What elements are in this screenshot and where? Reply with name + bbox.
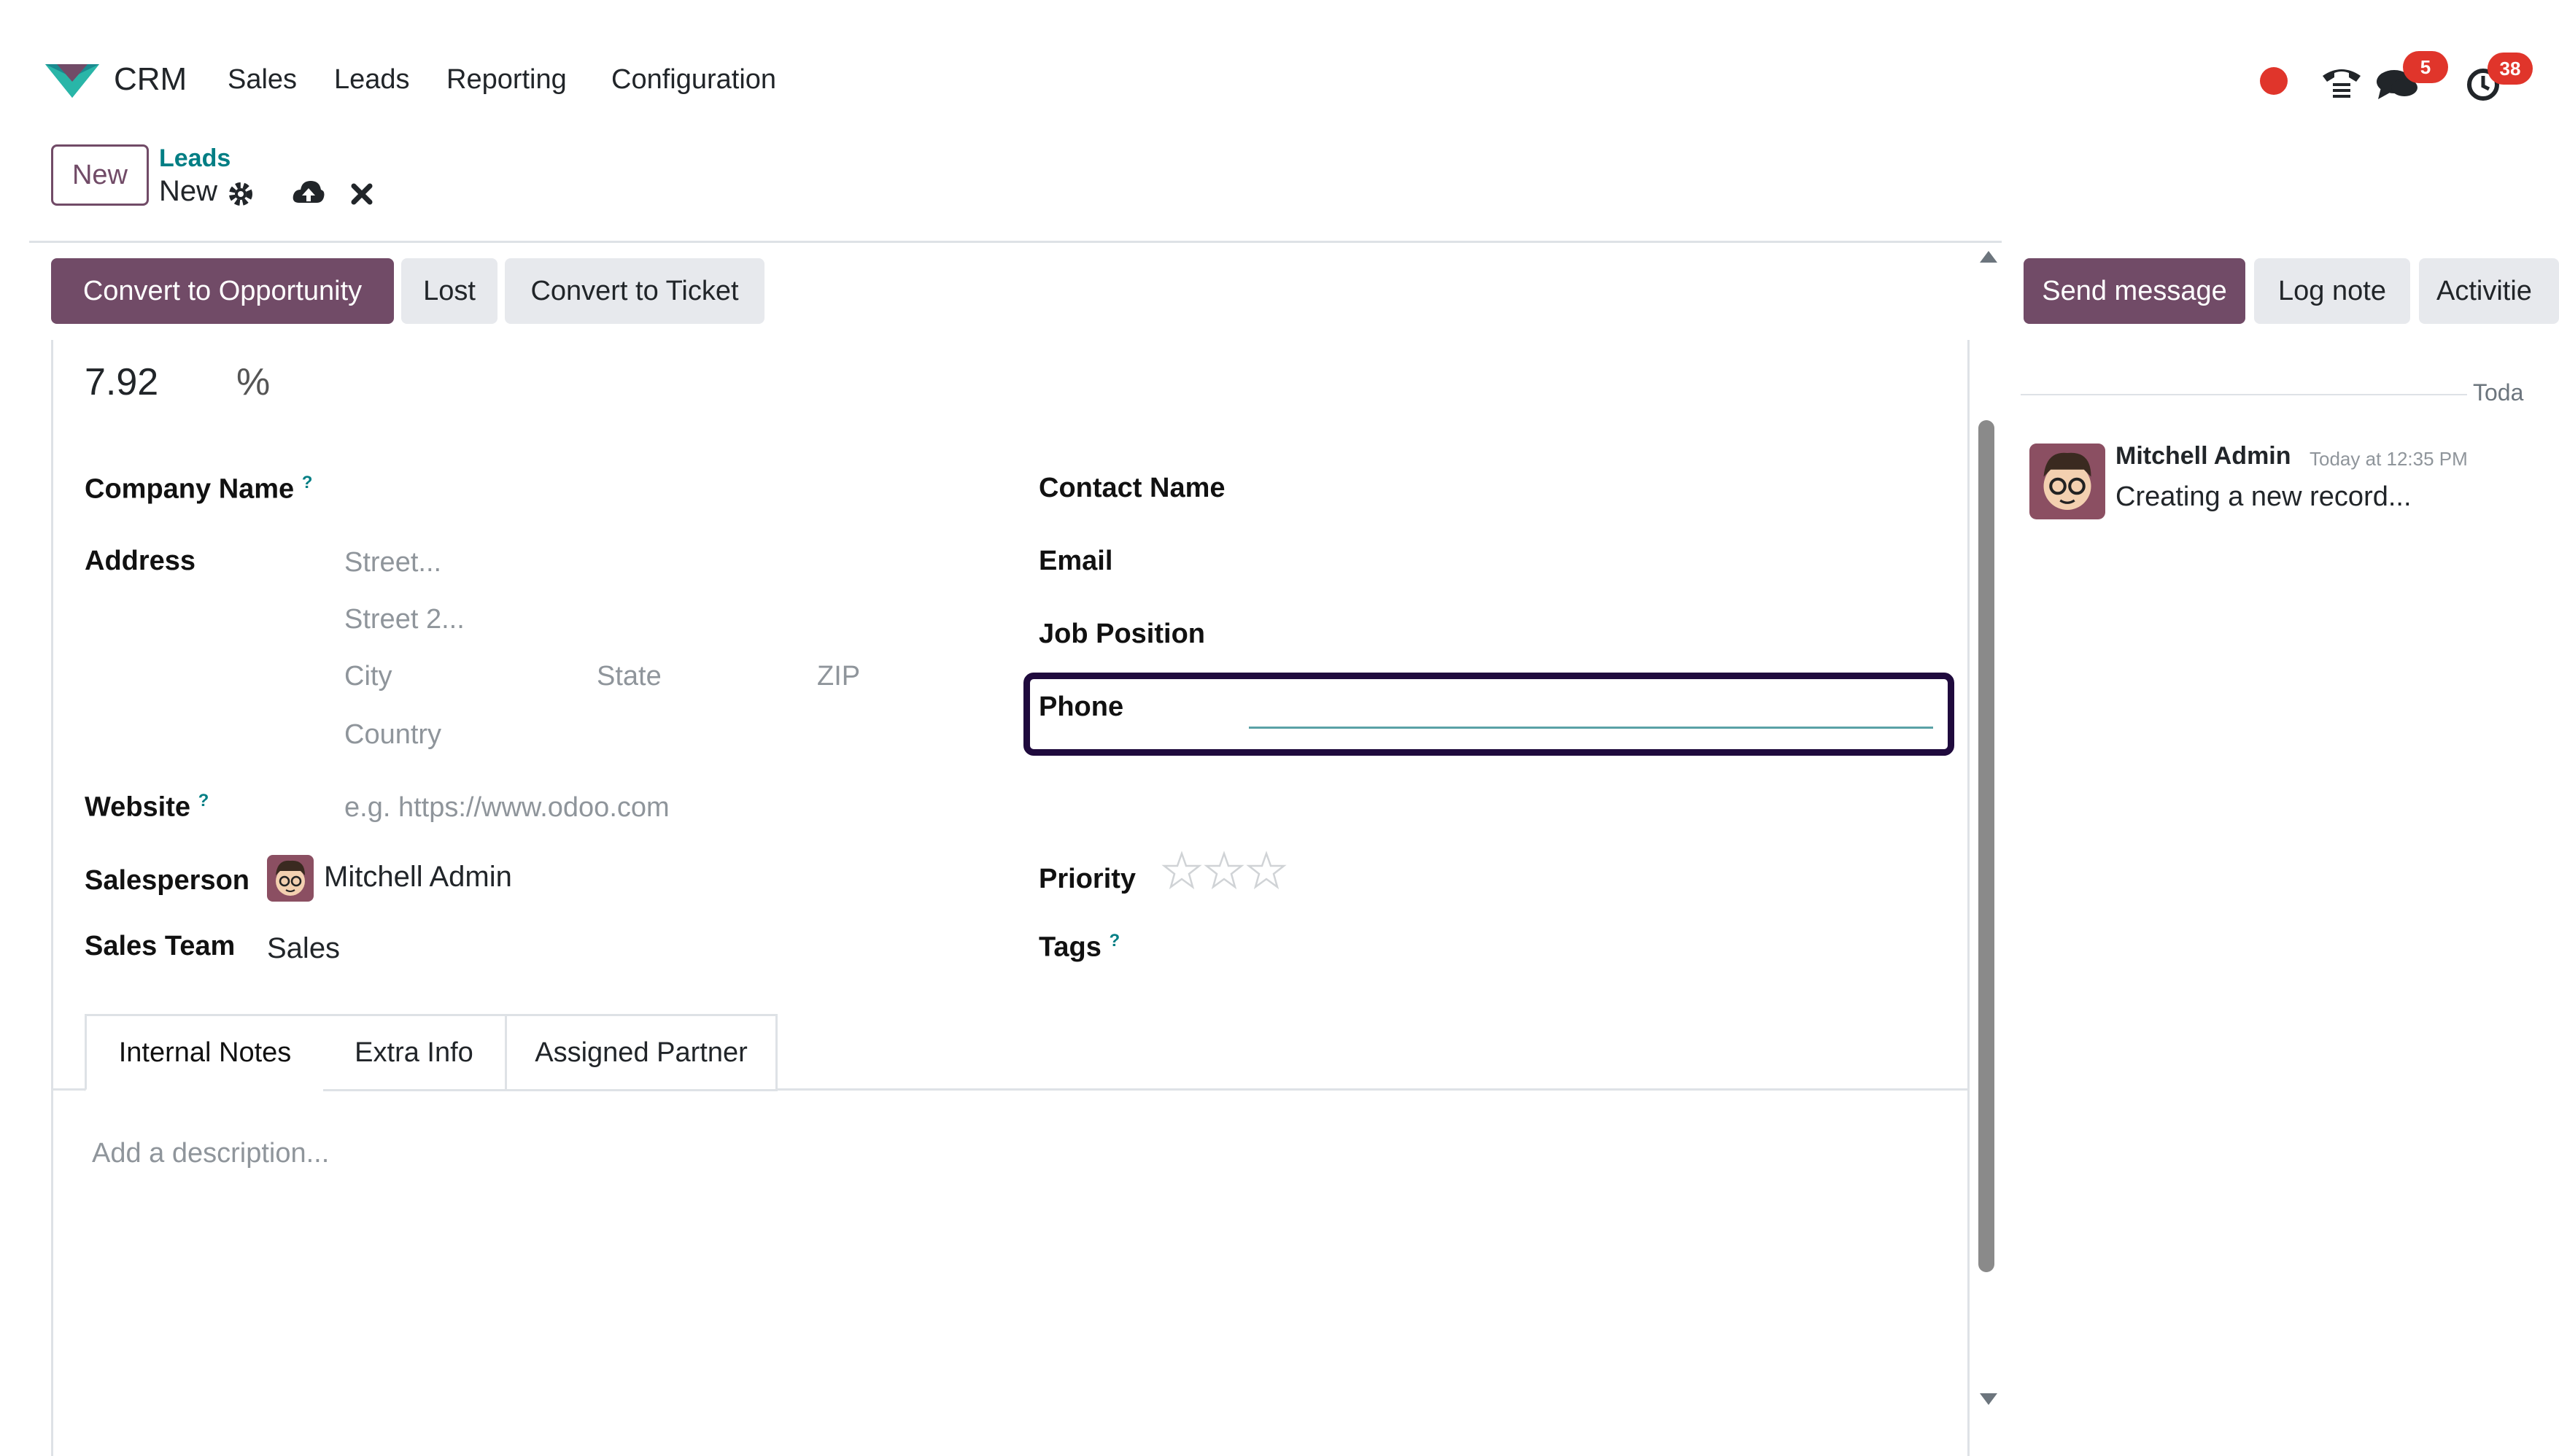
tab-assigned-partner[interactable]: Assigned Partner [505, 1014, 778, 1091]
menu-configuration[interactable]: Configuration [611, 64, 776, 96]
salesperson-label: Salesperson [85, 865, 249, 896]
sales-team-value[interactable]: Sales [267, 932, 340, 965]
company-name-label: Company Name ? [85, 473, 313, 505]
chat-badge: 5 [2403, 51, 2448, 83]
message-time: Today at 12:35 PM [2310, 448, 2468, 470]
status-dot-icon[interactable] [2260, 67, 2288, 95]
contact-name-label: Contact Name [1039, 473, 1226, 503]
activity-button[interactable]: 38 [2466, 53, 2539, 102]
salesperson-field[interactable]: Mitchell Admin [267, 855, 778, 902]
chat-button[interactable]: 5 [2375, 51, 2448, 102]
convert-to-opportunity-button[interactable]: Convert to Opportunity [51, 258, 394, 324]
city-input[interactable]: City [344, 661, 392, 692]
activity-badge: 38 [2488, 53, 2533, 85]
probability-unit: % [236, 361, 271, 403]
avatar[interactable] [2029, 444, 2105, 519]
street-input[interactable]: Street... [344, 547, 441, 578]
lost-button[interactable]: Lost [401, 258, 498, 324]
gear-icon[interactable] [226, 179, 255, 209]
tab-extra-info[interactable]: Extra Info [323, 1014, 507, 1091]
phone-input-underline [1249, 727, 1933, 729]
address-label: Address [85, 546, 196, 576]
zip-input[interactable]: ZIP [817, 661, 860, 692]
app-name[interactable]: CRM [114, 61, 187, 98]
top-navbar: CRM Sales Leads Reporting Configuration … [0, 0, 2559, 139]
tags-label: Tags ? [1039, 931, 1120, 963]
website-label: Website ? [85, 791, 209, 823]
company-name-input[interactable] [343, 467, 926, 511]
email-input[interactable] [1249, 540, 1933, 584]
tags-input[interactable] [1249, 923, 1933, 967]
job-position-input[interactable] [1249, 613, 1933, 657]
email-label: Email [1039, 546, 1113, 576]
priority-label: Priority [1039, 864, 1137, 894]
convert-to-ticket-button[interactable]: Convert to Ticket [505, 258, 764, 324]
star-icon[interactable] [1161, 851, 1202, 891]
menu-leads[interactable]: Leads [334, 64, 410, 96]
send-message-button[interactable]: Send message [2024, 258, 2245, 324]
street2-input[interactable]: Street 2... [344, 604, 465, 635]
sales-team-label: Sales Team [85, 931, 236, 961]
message-author[interactable]: Mitchell Admin [2115, 442, 2291, 471]
discard-icon[interactable] [350, 182, 373, 206]
salesperson-value: Mitchell Admin [324, 861, 512, 893]
date-separator-line [2021, 394, 2467, 395]
scroll-down-icon[interactable] [1978, 1392, 1999, 1406]
chatter-panel [2002, 241, 2559, 1456]
message-body: Creating a new record... [2115, 481, 2412, 512]
probability-input[interactable]: 7.92 [85, 360, 158, 404]
date-separator: Toda [2473, 379, 2524, 406]
contact-name-input[interactable] [1249, 467, 1933, 511]
country-select[interactable]: Country [344, 719, 441, 751]
website-input[interactable]: e.g. https://www.odoo.com [344, 792, 670, 824]
breadcrumb-leads[interactable]: Leads [159, 144, 231, 173]
menu-sales[interactable]: Sales [228, 64, 297, 96]
tab-internal-notes[interactable]: Internal Notes [85, 1014, 325, 1091]
new-record-button[interactable]: New [51, 144, 149, 206]
job-position-label: Job Position [1039, 619, 1205, 649]
menu-reporting[interactable]: Reporting [446, 64, 567, 96]
crm-logo-icon[interactable] [42, 60, 102, 101]
breadcrumb-current: New [159, 175, 218, 207]
cloud-upload-icon[interactable] [292, 178, 325, 207]
phone-icon[interactable] [2320, 61, 2364, 102]
scroll-up-icon[interactable] [1978, 249, 1999, 264]
scrollbar-thumb[interactable] [1978, 420, 1994, 1272]
activities-button[interactable]: Activitie [2419, 258, 2559, 324]
star-icon[interactable] [1246, 851, 1287, 891]
avatar [267, 855, 314, 902]
description-input[interactable]: Add a description... [92, 1138, 329, 1169]
state-select[interactable]: State [597, 661, 662, 692]
phone-label: Phone [1039, 692, 1124, 722]
star-icon[interactable] [1204, 851, 1244, 891]
phone-input[interactable] [1249, 684, 1933, 728]
log-note-button[interactable]: Log note [2254, 258, 2410, 324]
